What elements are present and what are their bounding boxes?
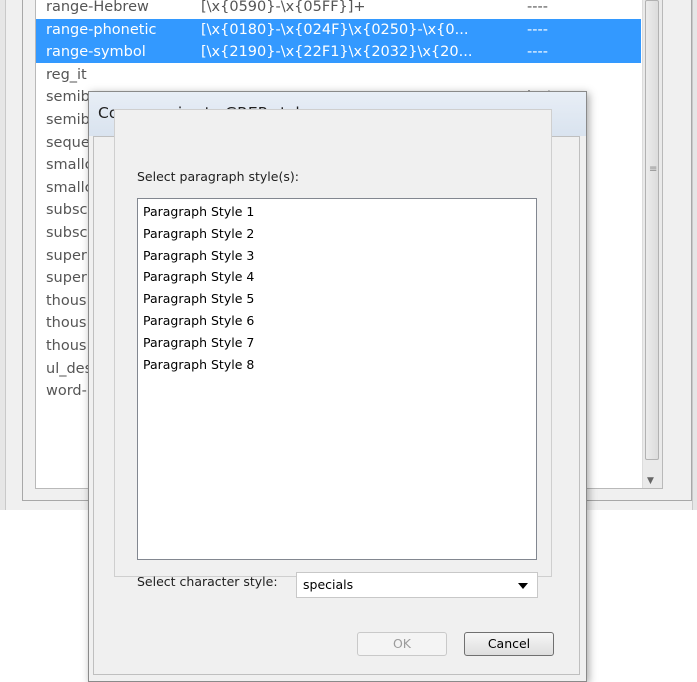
cancel-button[interactable]: Cancel	[464, 632, 554, 656]
query-name: semib	[46, 89, 90, 106]
query-row[interactable]: reg_it	[36, 64, 641, 86]
query-row[interactable]: range-symbol [\x{2190}-\x{22F1}\x{2032}\x…	[36, 41, 641, 64]
query-name: smallc	[46, 179, 93, 196]
query-extra: ----	[527, 21, 548, 38]
paragraph-style-item[interactable]: Paragraph Style 6	[143, 311, 254, 331]
query-extra: ----	[527, 44, 548, 61]
paragraph-style-item[interactable]: Paragraph Style 1	[143, 202, 254, 222]
grip-icon: ≡	[649, 164, 658, 175]
paragraph-style-item[interactable]: Paragraph Style 5	[143, 289, 254, 309]
query-name: reg_it	[46, 66, 87, 83]
query-name: thous	[46, 315, 87, 332]
query-name: thous	[46, 338, 87, 354]
paragraph-style-item[interactable]: Paragraph Style 2	[143, 224, 254, 244]
select-character-style-label: Select character style:	[137, 574, 278, 589]
window-frame-left	[0, 0, 6, 510]
query-name: subsc	[46, 202, 88, 219]
paragraph-style-list[interactable]: Paragraph Style 1 Paragraph Style 2 Paragr…	[137, 198, 537, 560]
query-name: seque	[46, 134, 90, 151]
query-extra: ----	[527, 0, 548, 15]
query-name: subsc	[46, 225, 88, 241]
query-name: semib	[46, 112, 90, 128]
query-row[interactable]: range-Hebrew [\x{0590}-\x{05FF}]+ ----	[36, 0, 641, 18]
query-name: range-Hebrew	[46, 0, 149, 15]
query-pattern: [\x{2190}-\x{22F1}\x{2032}\x{20...	[201, 44, 473, 61]
query-name: ul_des	[46, 360, 93, 377]
query-row[interactable]: range-phonetic [\x{0180}-\x{024F}\x{0250}…	[36, 18, 641, 41]
query-name: thous	[46, 292, 87, 309]
paragraph-style-item[interactable]: Paragraph Style 8	[143, 355, 254, 375]
scrollbar-thumb[interactable]: ≡	[645, 0, 659, 460]
select-paragraph-style-label: Select paragraph style(s):	[137, 169, 299, 184]
paragraph-style-item[interactable]: Paragraph Style 3	[143, 246, 254, 266]
ok-button[interactable]: OK	[357, 632, 447, 656]
query-pattern: [\x{0590}-\x{05FF}]+	[201, 0, 366, 15]
paragraph-style-item[interactable]: Paragraph Style 7	[143, 333, 254, 353]
dropdown-arrow-icon	[518, 583, 528, 589]
query-name: range-phonetic	[46, 21, 157, 38]
query-name: word-	[46, 383, 87, 400]
character-style-select[interactable]: specials	[296, 572, 538, 598]
query-list-scrollbar[interactable]: ≡ ▼	[642, 0, 662, 488]
scroll-down-arrow-icon[interactable]: ▼	[647, 476, 654, 486]
query-name: super	[46, 247, 87, 264]
query-name: smallc	[46, 157, 93, 174]
query-name: super	[46, 270, 87, 287]
query-name: range-symbol	[46, 44, 146, 61]
window-frame-right	[692, 0, 697, 510]
paragraph-style-item[interactable]: Paragraph Style 4	[143, 267, 254, 287]
query-pattern: [\x{0180}-\x{024F}\x{0250}-\x{0...	[201, 21, 469, 38]
copy-queries-dialog: Copy queries to GREP styles Select parag…	[88, 91, 587, 682]
character-style-value: specials	[303, 577, 354, 592]
